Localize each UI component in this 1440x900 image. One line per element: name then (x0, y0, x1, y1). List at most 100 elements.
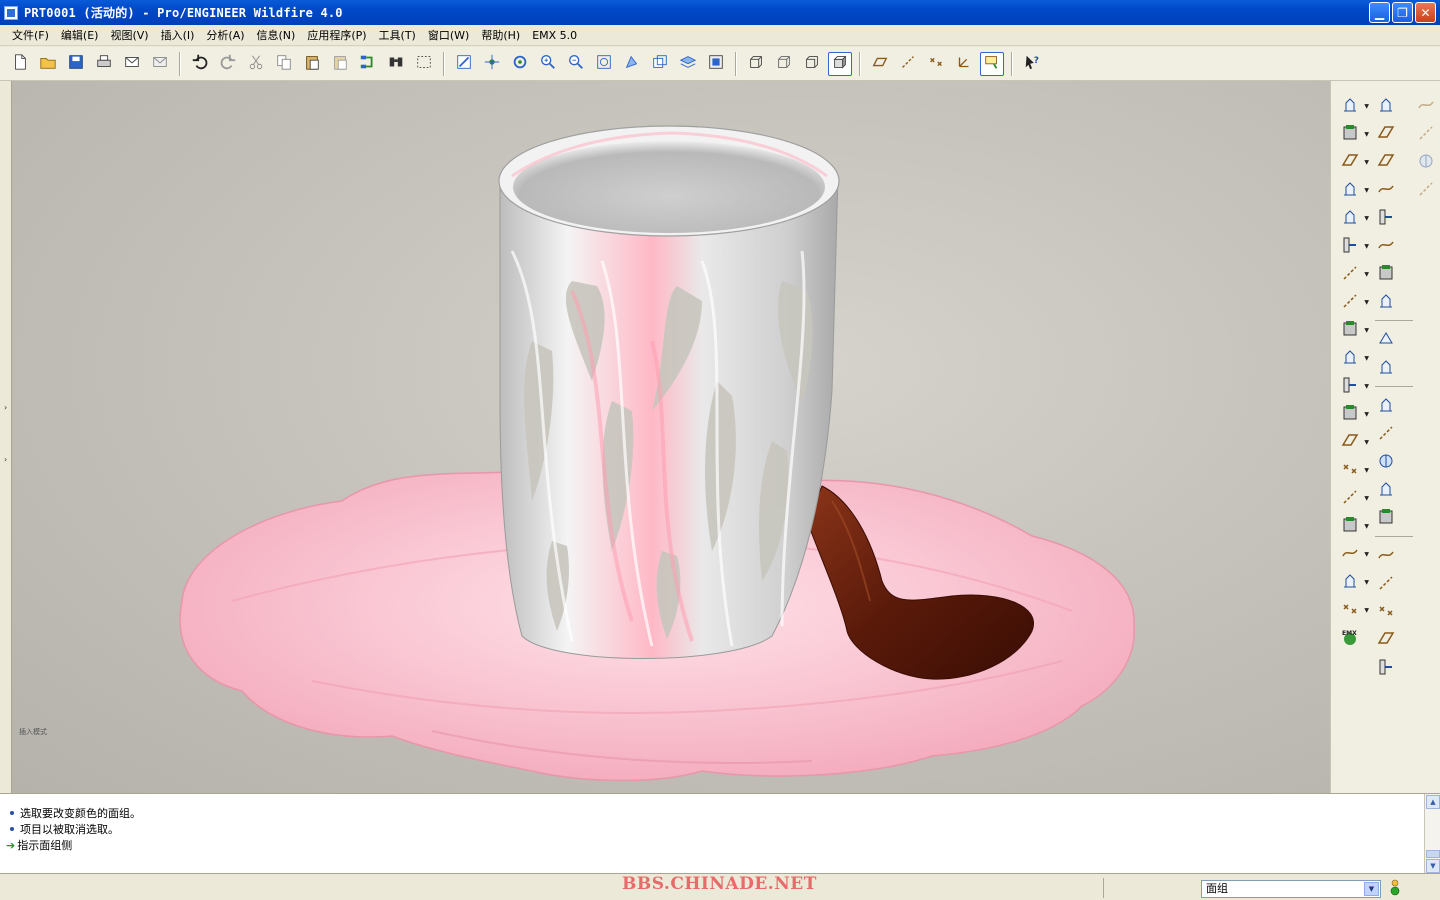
point-button[interactable] (1373, 205, 1399, 231)
copy-button[interactable] (272, 52, 296, 76)
trim-button[interactable] (1373, 393, 1399, 419)
extend-button[interactable] (1373, 421, 1399, 447)
no-hidden-button[interactable] (800, 52, 824, 76)
chevron-down-icon[interactable]: ▼ (1364, 187, 1369, 194)
chevron-down-icon[interactable]: ▼ (1364, 271, 1369, 278)
analysis-button[interactable] (1373, 261, 1399, 287)
round-button[interactable]: ▼ (1337, 205, 1369, 231)
scroll-up-icon[interactable]: ▲ (1426, 795, 1440, 809)
chevron-down-icon[interactable]: ▼ (1364, 103, 1369, 110)
chevron-down-icon[interactable]: ▼ (1364, 159, 1369, 166)
view-manager-button[interactable] (704, 52, 728, 76)
hole-button[interactable]: ▼ (1337, 93, 1369, 119)
restore-button[interactable]: ❐ (1392, 2, 1413, 23)
chevron-down-icon[interactable]: ▼ (1364, 131, 1369, 138)
paste-feature-button[interactable] (1373, 355, 1399, 381)
chevron-down-icon[interactable]: ▼ (1364, 383, 1369, 390)
menu-view[interactable]: 视图(V) (104, 26, 154, 45)
new-file-button[interactable] (8, 52, 32, 76)
menu-info[interactable]: 信息(N) (251, 26, 302, 45)
warp-button[interactable] (1373, 655, 1399, 681)
intersect-button[interactable] (1373, 449, 1399, 475)
save-button[interactable] (64, 52, 88, 76)
paste-special-button[interactable] (328, 52, 352, 76)
menu-emx[interactable]: EMX 5.0 (526, 26, 583, 45)
offset-button[interactable]: ▼ (1337, 513, 1369, 539)
shading-button[interactable] (828, 51, 852, 76)
style-button[interactable]: ▼ (1337, 485, 1369, 511)
minimize-button[interactable]: ▁ (1369, 2, 1390, 23)
rib-button[interactable]: ▼ (1337, 149, 1369, 175)
scroll-thumb[interactable] (1426, 850, 1440, 858)
layers-button[interactable] (676, 52, 700, 76)
menu-analysis[interactable]: 分析(A) (200, 26, 250, 45)
edge-round-button[interactable]: ▼ (1337, 261, 1369, 287)
whats-this-button[interactable]: ? (1020, 52, 1044, 76)
scroll-down-icon[interactable]: ▼ (1426, 859, 1440, 873)
cup-model[interactable] (498, 125, 840, 659)
orient-button[interactable] (508, 52, 532, 76)
solidify-button[interactable]: ▼ (1337, 569, 1369, 595)
datum-graph-button[interactable] (1413, 93, 1439, 119)
chevron-down-icon[interactable]: ▼ (1364, 355, 1369, 362)
close-button[interactable]: ✕ (1415, 2, 1436, 23)
revolve-button[interactable]: ▼ (1337, 317, 1369, 343)
menu-applications[interactable]: 应用程序(P) (301, 26, 372, 45)
menu-help[interactable]: 帮助(H) (475, 26, 526, 45)
menu-tools[interactable]: 工具(T) (373, 26, 422, 45)
thicken-button[interactable]: ▼ (1337, 541, 1369, 567)
undo-button[interactable] (188, 52, 212, 76)
menu-edit[interactable]: 编辑(E) (55, 26, 105, 45)
expand-arrow-icon[interactable]: › (4, 403, 7, 412)
menu-file[interactable]: 文件(F) (6, 26, 55, 45)
chevron-down-icon[interactable]: ▼ (1364, 411, 1369, 418)
selection-filter-select[interactable]: 面组 ▼ (1201, 880, 1381, 898)
datum-points-button[interactable] (924, 52, 948, 76)
chevron-down-icon[interactable]: ▼ (1364, 607, 1369, 614)
redo-button[interactable] (216, 52, 240, 76)
open-folder-button[interactable] (36, 52, 60, 76)
select-box-button[interactable] (412, 52, 436, 76)
chevron-down-icon[interactable]: ▼ (1364, 467, 1369, 474)
merge-button[interactable]: ▼ (1337, 597, 1369, 623)
plane-button[interactable] (1373, 121, 1399, 147)
chevron-down-icon[interactable]: ▼ (1364, 215, 1369, 222)
chamfer-button[interactable]: ▼ (1337, 233, 1369, 259)
mirror-button[interactable] (1373, 571, 1399, 597)
annotations-button[interactable] (980, 51, 1004, 76)
variable-sweep-button[interactable]: ▼ (1337, 345, 1369, 371)
chevron-down-icon[interactable]: ▼ (1364, 243, 1369, 250)
cosmetic-groove-button[interactable] (1413, 177, 1439, 203)
extrude-button[interactable]: ▼ (1337, 289, 1369, 315)
chevron-down-icon[interactable]: ▼ (1364, 495, 1369, 502)
model-render[interactable] (12, 81, 1330, 793)
repaint-button[interactable] (452, 52, 476, 76)
chevron-down-icon[interactable]: ▼ (1364, 439, 1369, 446)
chevron-down-icon[interactable]: ▼ (1364, 299, 1369, 306)
paste-button[interactable] (300, 52, 324, 76)
chevron-down-icon[interactable]: ▼ (1364, 327, 1369, 334)
print-button[interactable] (92, 52, 116, 76)
chevron-down-icon[interactable]: ▼ (1364, 551, 1369, 558)
csys-button[interactable] (1373, 233, 1399, 259)
zoom-out-button[interactable] (564, 52, 588, 76)
cut-button[interactable] (244, 52, 268, 76)
reorient-button[interactable] (620, 52, 644, 76)
menu-window[interactable]: 窗口(W) (422, 26, 475, 45)
curve-button[interactable] (1373, 177, 1399, 203)
navigator-collapse-strip[interactable]: › › (0, 81, 12, 793)
sketch-button[interactable] (1373, 93, 1399, 119)
helical-sweep-button[interactable]: ▼ (1337, 429, 1369, 455)
expand-arrow-icon[interactable]: › (4, 455, 7, 464)
axis-button[interactable] (1373, 149, 1399, 175)
datum-axes-button[interactable] (896, 52, 920, 76)
datum-planes-button[interactable] (868, 52, 892, 76)
datum-csys-button[interactable] (952, 52, 976, 76)
chain-button[interactable] (1373, 289, 1399, 315)
boundary-blend-button[interactable]: ▼ (1337, 457, 1369, 483)
shell-button[interactable]: ▼ (1337, 121, 1369, 147)
wireframe-button[interactable] (744, 52, 768, 76)
regenerate-button[interactable] (356, 52, 380, 76)
project-button[interactable] (1373, 477, 1399, 503)
saved-views-button[interactable] (648, 52, 672, 76)
